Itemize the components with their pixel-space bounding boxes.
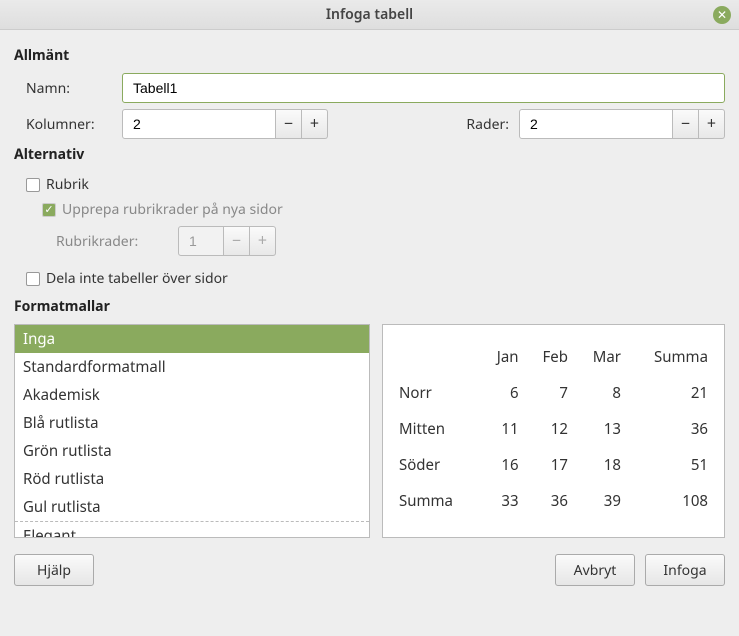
preview-cell: 33 xyxy=(480,483,525,519)
titlebar: Infoga tabell ✕ xyxy=(0,0,739,30)
style-item[interactable]: Blå rutlista xyxy=(15,409,369,437)
preview-column-header: Jan xyxy=(480,339,525,375)
heading-rows-label: Rubrikrader: xyxy=(56,232,166,251)
name-label: Namn: xyxy=(26,79,122,98)
heading-rows-increment-button: + xyxy=(250,226,276,256)
preview-cell: 13 xyxy=(574,411,627,447)
rows-stepper: − + xyxy=(519,109,725,139)
preview-cell: 16 xyxy=(480,447,525,483)
rows-increment-button[interactable]: + xyxy=(699,109,725,139)
name-input[interactable] xyxy=(122,73,725,103)
preview-column-header: Summa xyxy=(627,339,714,375)
preview-header-blank xyxy=(393,339,480,375)
preview-cell: 7 xyxy=(525,375,574,411)
preview-cell: 17 xyxy=(525,447,574,483)
heading-rows-decrement-button: − xyxy=(224,226,250,256)
preview-cell: 21 xyxy=(627,375,714,411)
section-styles-title: Formatmallar xyxy=(14,297,725,316)
dont-split-checkbox[interactable] xyxy=(26,272,40,286)
preview-cell: 11 xyxy=(480,411,525,447)
preview-cell: 108 xyxy=(627,483,714,519)
preview-cell: 36 xyxy=(627,411,714,447)
style-item[interactable]: Inga xyxy=(15,325,369,353)
preview-column-header: Mar xyxy=(574,339,627,375)
preview-cell: 51 xyxy=(627,447,714,483)
style-preview: JanFebMarSummaNorr67821Mitten11121336Söd… xyxy=(382,324,725,538)
preview-cell: 18 xyxy=(574,447,627,483)
style-item[interactable]: Grön rutlista xyxy=(15,437,369,465)
close-icon[interactable]: ✕ xyxy=(713,6,731,24)
preview-cell: 36 xyxy=(525,483,574,519)
columns-decrement-button[interactable]: − xyxy=(276,109,302,139)
heading-rows-stepper: − + xyxy=(178,226,276,256)
heading-checkbox[interactable] xyxy=(26,178,40,192)
repeat-heading-label: Upprepa rubrikrader på nya sidor xyxy=(62,200,283,219)
style-item[interactable]: Gul rutlista xyxy=(15,493,369,521)
columns-stepper: − + xyxy=(122,109,328,139)
preview-row-header: Söder xyxy=(393,447,480,483)
cancel-button[interactable]: Avbryt xyxy=(555,554,635,586)
preview-row-header: Norr xyxy=(393,375,480,411)
columns-label: Kolumner: xyxy=(26,115,122,134)
window-title: Infoga tabell xyxy=(0,5,739,24)
style-list[interactable]: IngaStandardformatmallAkademiskBlå rutli… xyxy=(14,324,370,538)
style-item[interactable]: Röd rutlista xyxy=(15,465,369,493)
preview-cell: 12 xyxy=(525,411,574,447)
preview-row-header: Summa xyxy=(393,483,480,519)
style-item[interactable]: Standardformatmall xyxy=(15,353,369,381)
heading-rows-input xyxy=(178,226,224,256)
rows-input[interactable] xyxy=(519,109,673,139)
preview-cell: 39 xyxy=(574,483,627,519)
columns-input[interactable] xyxy=(122,109,276,139)
preview-table: JanFebMarSummaNorr67821Mitten11121336Söd… xyxy=(393,339,714,519)
rows-decrement-button[interactable]: − xyxy=(673,109,699,139)
section-general-title: Allmänt xyxy=(14,46,725,65)
preview-row-header: Mitten xyxy=(393,411,480,447)
style-item[interactable]: Elegant xyxy=(15,521,369,538)
heading-checkbox-label: Rubrik xyxy=(46,175,89,194)
preview-cell: 6 xyxy=(480,375,525,411)
style-item[interactable]: Akademisk xyxy=(15,381,369,409)
preview-column-header: Feb xyxy=(525,339,574,375)
insert-button[interactable]: Infoga xyxy=(645,554,725,586)
repeat-heading-checkbox xyxy=(42,203,56,217)
columns-increment-button[interactable]: + xyxy=(302,109,328,139)
rows-label: Rader: xyxy=(439,115,509,134)
help-button[interactable]: Hjälp xyxy=(14,554,94,586)
section-options-title: Alternativ xyxy=(14,145,725,164)
dont-split-label: Dela inte tabeller över sidor xyxy=(46,269,228,288)
preview-cell: 8 xyxy=(574,375,627,411)
